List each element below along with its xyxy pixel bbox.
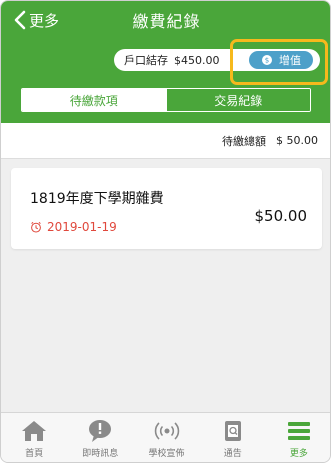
nav-item-home[interactable]: 首頁 [1,413,67,462]
summary-label: 待繳總額 [222,134,266,148]
highlight-box [230,39,328,85]
summary-value: $ 50.00 [276,134,318,147]
payment-item-date: 2019-01-19 [30,220,117,234]
tab-transactions[interactable]: 交易紀錄 [165,89,310,111]
balance-value: $450.00 [174,53,220,67]
tab-pending[interactable]: 待繳款項 [22,89,166,111]
nav-label-more: 更多 [289,449,308,459]
nav-item-announcements[interactable]: 學校宣佈 [133,413,199,462]
bottom-nav: 首頁 即時訊息 學校宣佈 通告 更多 [1,412,330,462]
payment-item-date-text: 2019-01-19 [47,220,117,234]
alarm-clock-icon [31,221,41,233]
notice-icon [224,421,241,441]
page-title: 繳費紀錄 [132,12,201,31]
payment-item-amount: $50.00 [254,207,308,225]
broadcast-icon [154,422,179,440]
nav-label-home: 首頁 [25,449,44,459]
payment-item-name: 1819年度下學期雜費 [30,191,164,207]
nav-item-notices[interactable]: 通告 [200,413,266,462]
balance-label: 戶口結存 [124,54,168,67]
nav-label-notices: 通告 [223,449,242,459]
home-icon [22,421,47,441]
menu-icon [287,422,310,440]
nav-label-messages: 即時訊息 [82,449,119,459]
segmented-tabs: 待繳款項 交易紀錄 [21,88,311,112]
nav-item-messages[interactable]: 即時訊息 [67,413,133,462]
message-icon [89,420,112,442]
phone-frame: 更多 繳費紀錄 戶口結存 $450.00 $ 增值 待繳款項 交易紀錄 待繳總額… [0,0,331,463]
payment-item-card[interactable]: 1819年度下學期雜費 2019-01-19 $50.00 [11,168,322,249]
nav-item-more[interactable]: 更多 [266,413,330,462]
header: 更多 繳費紀錄 戶口結存 $450.00 $ 增值 待繳款項 交易紀錄 [1,1,330,123]
summary-bar: 待繳總額 $ 50.00 [1,123,330,159]
nav-label-announcements: 學校宣佈 [148,449,185,459]
